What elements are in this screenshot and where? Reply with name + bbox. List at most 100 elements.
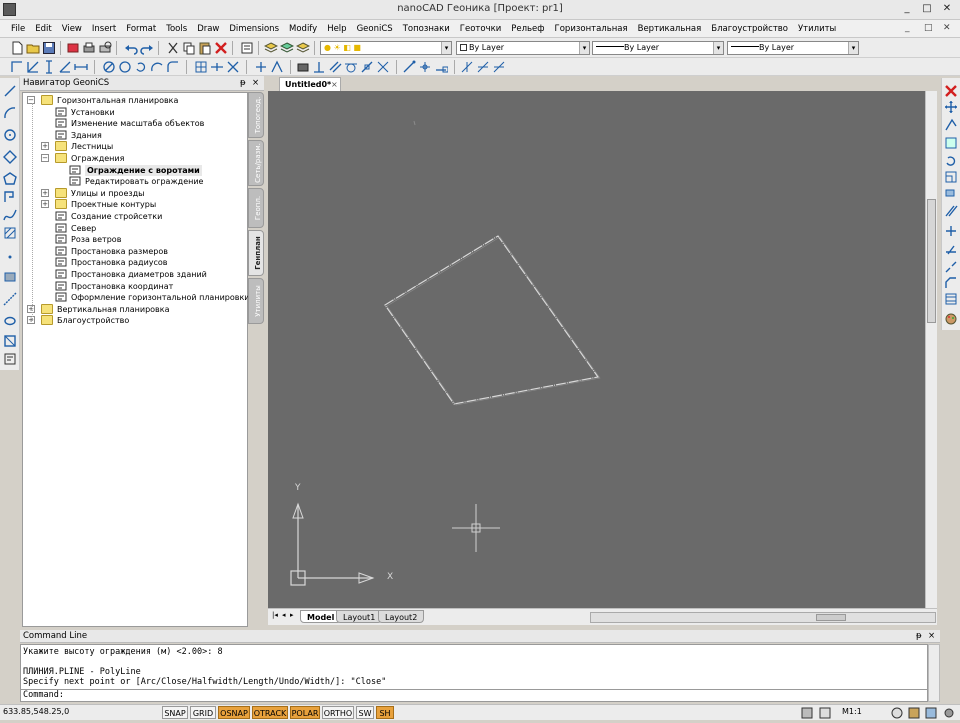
menu-tools[interactable]: Tools <box>161 20 192 38</box>
tab-topogeodesy[interactable]: Топогеод. <box>248 92 264 138</box>
menu-draw[interactable]: Draw <box>192 20 224 38</box>
tab-genplan[interactable]: Генплан <box>248 230 264 276</box>
mirror-icon[interactable] <box>944 136 958 150</box>
line-icon[interactable] <box>3 84 17 98</box>
copy-object-icon[interactable] <box>944 118 958 132</box>
circle-draw-icon[interactable] <box>3 128 17 142</box>
block-icon[interactable] <box>3 334 17 348</box>
perpendicular-icon[interactable] <box>312 60 326 74</box>
extension-icon[interactable] <box>254 60 268 74</box>
arc-draw-icon[interactable] <box>3 106 17 120</box>
tree-item[interactable]: + Вертикальная планировка <box>23 303 247 315</box>
tab-layout2[interactable]: Layout2 <box>378 610 425 623</box>
tab-geoplan[interactable]: Геопл. <box>248 188 264 228</box>
menu-dimensions[interactable]: Dimensions <box>224 20 284 38</box>
status-toggle-snap[interactable]: SNAP <box>162 706 188 719</box>
status-toggle-otrack[interactable]: OTRACK <box>252 706 288 719</box>
prev-layout-button[interactable]: ◂ <box>282 611 286 619</box>
first-layout-button[interactable]: |◂ <box>272 611 278 619</box>
tree-item[interactable]: Создание стройсетки <box>23 211 247 222</box>
settings-icon[interactable] <box>942 706 956 720</box>
undo-icon[interactable] <box>124 41 138 55</box>
status-toggle-osnap[interactable]: OSNAP <box>218 706 250 719</box>
menu-edit[interactable]: Edit <box>30 20 56 38</box>
expand-icon[interactable]: + <box>27 316 35 325</box>
status-toggle-sw[interactable]: SW <box>356 706 374 719</box>
move-icon[interactable] <box>944 100 958 114</box>
tab-utilities[interactable]: Утилиты <box>248 278 264 324</box>
temporary-track-icon[interactable] <box>476 60 490 74</box>
document-tab[interactable]: Untitled0* × <box>279 77 341 91</box>
explode-icon[interactable] <box>944 292 958 306</box>
menu-utilities[interactable]: Утилиты <box>793 20 841 38</box>
align-icon[interactable] <box>26 60 40 74</box>
paste-icon[interactable] <box>198 41 212 55</box>
menu-file[interactable]: File <box>6 20 30 38</box>
command-input[interactable]: Command: <box>20 690 928 702</box>
status-toggle-polar[interactable]: POLAR <box>290 706 320 719</box>
table-icon[interactable] <box>3 314 17 328</box>
layer-manager-icon[interactable] <box>263 41 279 55</box>
menu-landscaping[interactable]: Благоустройство <box>706 20 793 38</box>
delete-icon[interactable] <box>214 41 228 55</box>
palette-icon[interactable] <box>944 312 958 326</box>
annotation-icon[interactable] <box>890 706 904 720</box>
next-layout-button[interactable]: ▸ <box>290 611 294 619</box>
tree-item[interactable]: − Горизонтальная планировка <box>23 95 247 106</box>
orthogonal-icon[interactable] <box>10 60 24 74</box>
no-snap-icon[interactable] <box>102 60 116 74</box>
status-toggle-grid[interactable]: GRID <box>190 706 216 719</box>
polyline-icon[interactable] <box>3 190 17 204</box>
tree-item[interactable]: Простановка радиусов <box>23 257 247 268</box>
arc-icon[interactable] <box>150 60 164 74</box>
menu-vertical[interactable]: Вертикальная <box>633 20 707 38</box>
trim-icon[interactable] <box>944 224 958 238</box>
point-icon[interactable] <box>3 250 17 264</box>
layer-state-icon[interactable] <box>279 41 295 55</box>
print-preview-icon[interactable] <box>98 41 112 55</box>
apparent-icon[interactable] <box>376 60 390 74</box>
collapse-icon[interactable]: − <box>41 154 49 162</box>
tree-item[interactable]: Простановка размеров <box>23 246 247 257</box>
endpoint-icon[interactable] <box>434 60 449 74</box>
mdi-restore-button[interactable]: □ <box>924 23 933 33</box>
extend-icon[interactable] <box>944 242 958 256</box>
pin-icon[interactable]: ᵽ <box>240 76 246 91</box>
menu-geonics[interactable]: GeoniCS <box>352 20 398 38</box>
expand-icon[interactable]: + <box>27 304 35 313</box>
color-dropdown[interactable]: By Layer ▾ <box>456 41 590 55</box>
rectangle-draw-icon[interactable] <box>3 150 17 164</box>
quadrant-icon[interactable] <box>418 60 432 74</box>
hatch-icon[interactable] <box>3 226 17 240</box>
tree-item[interactable]: Ограждение с воротами <box>23 164 247 176</box>
scale-object-icon[interactable] <box>944 170 958 184</box>
command-scrollbar[interactable] <box>928 644 940 702</box>
from-point-icon[interactable] <box>492 60 506 74</box>
drawing-canvas[interactable]: Y X <box>268 91 937 608</box>
tree-item[interactable]: Здания <box>23 130 247 141</box>
status-toggle-sh[interactable]: SH <box>376 706 394 719</box>
vertical-icon[interactable] <box>42 60 56 74</box>
menu-help[interactable]: Help <box>322 20 351 38</box>
tree-item[interactable]: Простановка координат <box>23 281 247 292</box>
menu-geopoints[interactable]: Геоточки <box>455 20 506 38</box>
cut-to-file-icon[interactable] <box>66 41 80 55</box>
maximize-button[interactable]: □ <box>920 2 934 16</box>
angle-icon[interactable] <box>58 60 72 74</box>
tree-item[interactable]: + Улицы и проезды <box>23 187 247 199</box>
stretch-icon[interactable] <box>944 186 958 200</box>
tree-item[interactable]: Изменение масштаба объектов <box>23 118 247 129</box>
tree-item[interactable]: Редактировать ограждение <box>23 176 247 187</box>
insertion-icon[interactable] <box>270 60 284 74</box>
expand-icon[interactable]: + <box>41 188 49 197</box>
circle-icon[interactable] <box>118 60 132 74</box>
ray-icon[interactable] <box>3 292 17 306</box>
open-file-icon[interactable] <box>26 41 40 55</box>
chamfer-icon[interactable] <box>944 276 958 290</box>
new-file-icon[interactable] <box>10 41 24 55</box>
tree-item[interactable]: + Лестницы <box>23 141 247 152</box>
rotate-object-icon[interactable] <box>944 154 958 168</box>
vertical-scrollbar[interactable] <box>925 91 937 608</box>
command-close-icon[interactable]: × <box>928 630 935 643</box>
properties-icon[interactable] <box>240 41 254 55</box>
